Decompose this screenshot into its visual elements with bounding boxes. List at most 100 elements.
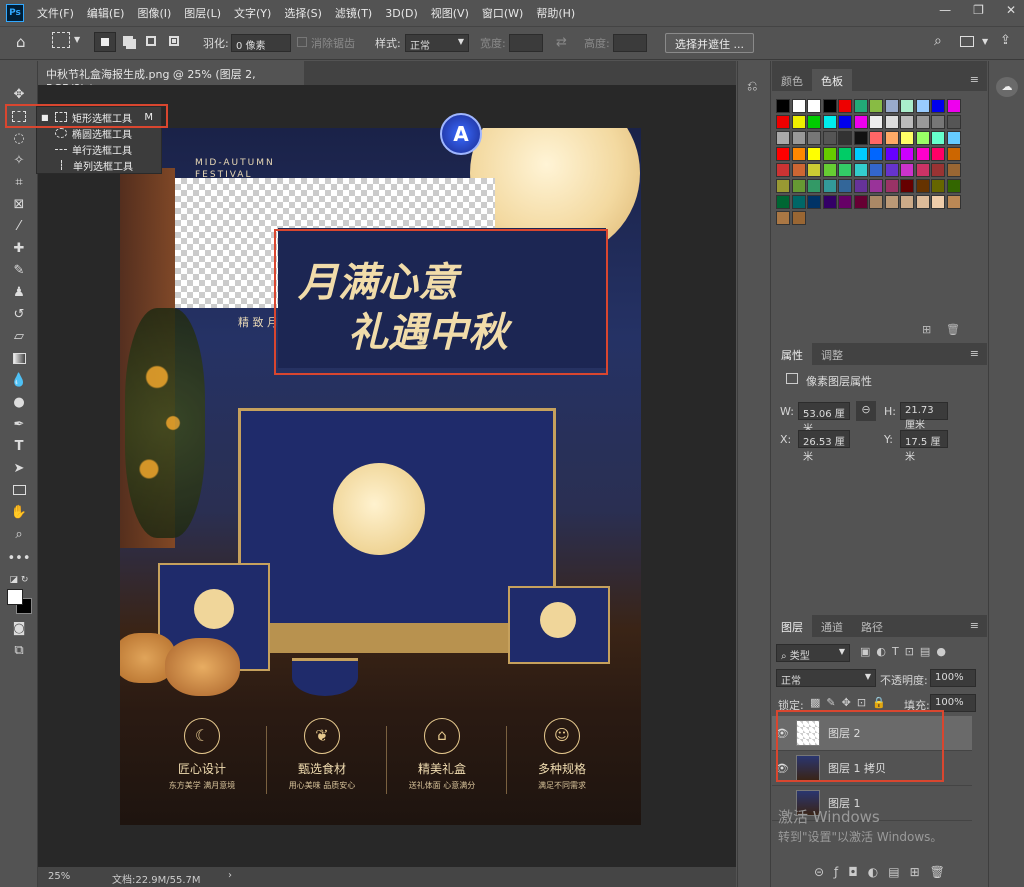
color-swatch[interactable]: [946, 163, 961, 177]
path-selection-tool-icon[interactable]: ➤: [9, 459, 29, 477]
clone-stamp-tool-icon[interactable]: ♟: [9, 283, 29, 301]
tab-properties[interactable]: 属性: [772, 343, 812, 365]
workspace-chevron-icon[interactable]: ▼: [982, 37, 988, 46]
color-swatch[interactable]: [853, 163, 868, 177]
menu-3d[interactable]: 3D(D): [385, 7, 418, 20]
flyout-item-single-column[interactable]: 单列选框工具: [37, 157, 161, 173]
opacity-input[interactable]: 100%: [930, 669, 976, 687]
color-swatch[interactable]: [946, 147, 961, 161]
height-input[interactable]: [613, 34, 647, 52]
color-swatch[interactable]: [807, 163, 821, 177]
delete-swatch-icon[interactable]: 🗑: [946, 323, 960, 336]
menu-file[interactable]: 文件(F): [37, 5, 74, 21]
more-tools-icon[interactable]: •••: [8, 549, 31, 567]
home-icon[interactable]: ⌂: [16, 33, 26, 51]
color-swatch[interactable]: [900, 195, 914, 209]
layers-footer-icons[interactable]: ⊝ƒ◘◐▤⊞🗑: [814, 865, 955, 879]
x-input[interactable]: 26.53 厘米: [798, 430, 850, 463]
color-swatch[interactable]: [807, 99, 821, 113]
color-swatch[interactable]: [822, 115, 837, 129]
tab-channels[interactable]: 通道: [812, 615, 852, 637]
panel-menu-icon[interactable]: ≡: [970, 619, 979, 637]
color-swatch[interactable]: [869, 115, 883, 129]
color-swatch[interactable]: [822, 131, 837, 145]
gradient-tool-icon[interactable]: [9, 349, 29, 367]
share-icon[interactable]: ⇪: [1000, 33, 1011, 48]
color-swatch[interactable]: [853, 99, 868, 113]
close-window-button[interactable]: ✕: [1006, 3, 1016, 17]
workspace-icon[interactable]: [960, 36, 974, 47]
color-swatch[interactable]: [838, 147, 852, 161]
color-swatch[interactable]: [791, 179, 806, 193]
color-swatch[interactable]: [869, 163, 883, 177]
frame-tool-icon[interactable]: ⊠: [9, 195, 29, 213]
select-and-mask-button[interactable]: 选择并遮住 ...: [665, 33, 754, 53]
color-swatch[interactable]: [853, 147, 868, 161]
color-swatch[interactable]: [776, 115, 790, 129]
menu-image[interactable]: 图像(I): [137, 5, 171, 21]
eraser-tool-icon[interactable]: ▱: [9, 327, 29, 345]
feather-input[interactable]: 0 像素: [231, 34, 291, 52]
type-tool-icon[interactable]: T: [9, 437, 29, 455]
color-swatch[interactable]: [791, 131, 806, 145]
color-swatch[interactable]: [900, 147, 914, 161]
color-swatch[interactable]: [900, 115, 914, 129]
color-swatch[interactable]: [838, 179, 852, 193]
menu-select[interactable]: 选择(S): [284, 5, 322, 21]
tab-paths[interactable]: 路径: [852, 615, 892, 637]
color-swatch[interactable]: [853, 131, 868, 145]
move-tool-icon[interactable]: ✥: [9, 85, 29, 103]
color-swatch[interactable]: [946, 115, 961, 129]
color-swatch[interactable]: [931, 179, 945, 193]
color-swatch[interactable]: [946, 99, 961, 113]
color-swatch[interactable]: [900, 131, 914, 145]
blur-tool-icon[interactable]: 💧: [9, 371, 29, 389]
color-swatch[interactable]: [884, 131, 899, 145]
color-swatch[interactable]: [915, 195, 930, 209]
color-swatch[interactable]: [807, 147, 821, 161]
healing-brush-tool-icon[interactable]: ✚: [9, 239, 29, 257]
cloud-libraries-icon[interactable]: ☁: [996, 77, 1018, 97]
color-swatch[interactable]: [931, 115, 945, 129]
color-swatch[interactable]: [884, 99, 899, 113]
color-swatch[interactable]: [869, 179, 883, 193]
color-swatch[interactable]: [838, 131, 852, 145]
foreground-color-swatch[interactable]: [7, 589, 23, 605]
color-swatch[interactable]: [884, 163, 899, 177]
color-swatch[interactable]: [946, 179, 961, 193]
chevron-down-icon[interactable]: ▼: [74, 35, 80, 44]
color-swatch[interactable]: [900, 179, 914, 193]
blend-mode-select[interactable]: 正常 ▼: [776, 669, 876, 687]
color-swatch[interactable]: [807, 195, 821, 209]
color-swatch[interactable]: [776, 195, 790, 209]
w-input[interactable]: 53.06 厘米: [798, 402, 850, 435]
y-input[interactable]: 17.5 厘米: [900, 430, 948, 463]
color-swatch[interactable]: [931, 131, 945, 145]
color-swatch[interactable]: [915, 99, 930, 113]
menu-view[interactable]: 视图(V): [431, 5, 469, 21]
zoom-tool-icon[interactable]: ⌕: [9, 525, 29, 543]
color-swatch[interactable]: [915, 115, 930, 129]
antialias-checkbox[interactable]: [297, 37, 307, 47]
color-swatch[interactable]: [776, 163, 790, 177]
zoom-level[interactable]: 25%: [48, 871, 70, 882]
color-swatch[interactable]: [931, 147, 945, 161]
color-swatch[interactable]: [838, 99, 852, 113]
width-input[interactable]: [509, 34, 543, 52]
color-swatch[interactable]: [838, 115, 852, 129]
color-swatch[interactable]: [807, 131, 821, 145]
color-swatch[interactable]: [776, 147, 790, 161]
color-swatch[interactable]: [869, 131, 883, 145]
color-swatch[interactable]: [869, 147, 883, 161]
lasso-tool-icon[interactable]: ◌: [9, 129, 29, 147]
panel-menu-icon[interactable]: ≡: [970, 347, 979, 365]
menu-edit[interactable]: 编辑(E): [87, 5, 125, 21]
history-brush-tool-icon[interactable]: ↺: [9, 305, 29, 323]
status-menu-arrow[interactable]: ›: [228, 870, 232, 881]
document-tab[interactable]: 中秋节礼盒海报生成.png @ 25% (图层 2, RGB/8) * ×: [38, 61, 304, 95]
flyout-item-single-row[interactable]: 单行选框工具: [37, 141, 161, 157]
tab-adjustments[interactable]: 调整: [812, 343, 852, 365]
color-swatch[interactable]: [884, 179, 899, 193]
color-swatch[interactable]: [776, 179, 790, 193]
color-swatch[interactable]: [946, 195, 961, 209]
